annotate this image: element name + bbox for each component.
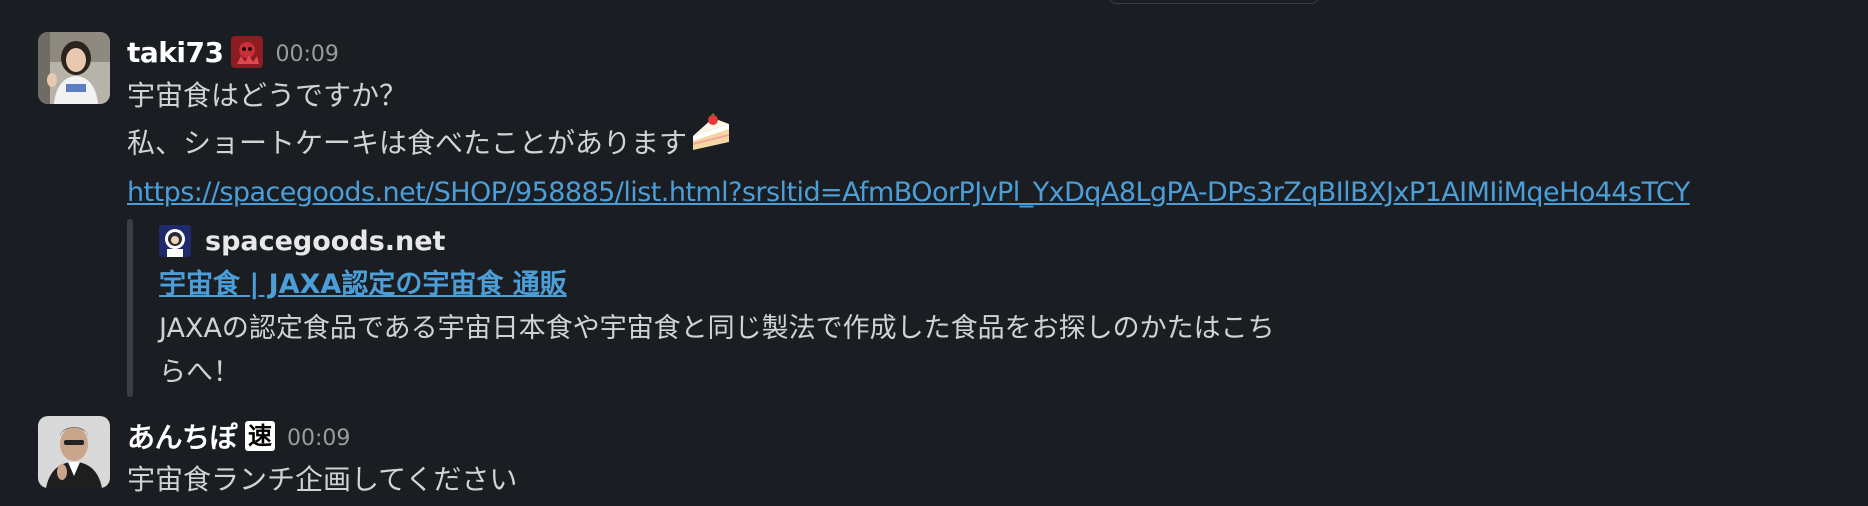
preview-accent-bar	[127, 219, 133, 397]
timestamp[interactable]: 00:09	[275, 42, 338, 67]
astronaut-icon	[159, 225, 191, 257]
date-divider-pill[interactable]	[1108, 0, 1320, 4]
timestamp[interactable]: 00:09	[287, 426, 350, 451]
shortcake-icon	[689, 112, 733, 165]
link-preview[interactable]: spacegoods.net 宇宙食 | JAXA認定の宇宙食 通販 JAXAの…	[127, 219, 1848, 399]
preview-title-link[interactable]: 宇宙食 | JAXA認定の宇宙食 通販	[159, 263, 1848, 307]
speed-kanji-icon[interactable]: 速	[245, 421, 276, 451]
preview-description: JAXAの認定食品である宇宙日本食や宇宙食と同じ製法で作成した食品をお探しのかた…	[159, 313, 1275, 388]
sender-name[interactable]: あんちぽ	[127, 416, 238, 456]
message-text: 宇宙食はどうですか？	[127, 79, 408, 112]
status-emoji-icon[interactable]	[231, 36, 264, 68]
message-text: 宇宙食ランチ企画してください	[127, 463, 518, 496]
sender-name[interactable]: taki73	[127, 36, 224, 69]
avatar[interactable]	[38, 416, 110, 488]
message-text-segment: 私、ショートケーキは食べたことがあります	[127, 126, 688, 160]
message-text: 私、ショートケーキは食べたことがあります	[127, 113, 1848, 171]
message-link[interactable]: https://spacegoods.net/SHOP/958885/list.…	[127, 171, 1848, 215]
preview-site-name[interactable]: spacegoods.net	[205, 226, 445, 257]
avatar[interactable]	[38, 32, 110, 104]
